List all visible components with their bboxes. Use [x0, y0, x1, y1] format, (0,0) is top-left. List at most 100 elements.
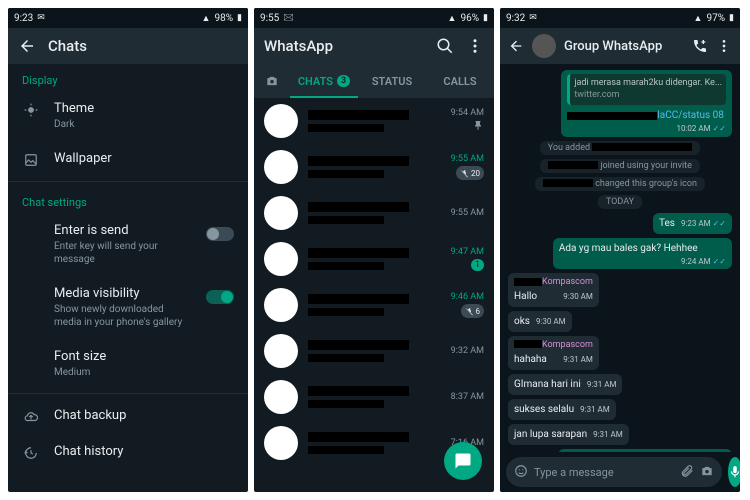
chats-list-screen: 9:55🖂 ▲96%▮ WhatsApp CHATS3 STATUS CALLS… [254, 8, 494, 492]
incoming-message[interactable]: jan lupa sarapan9:31 AM [508, 424, 629, 445]
theme-label: Theme [54, 101, 234, 116]
font-size-row[interactable]: Font size Medium [8, 339, 248, 389]
incoming-message[interactable]: GImana hari ini9:31 AM [508, 374, 622, 395]
clock: 9:32 [506, 13, 525, 24]
chat-row[interactable]: 9:54 AM [254, 98, 494, 144]
avatar [264, 426, 298, 460]
message-input[interactable] [534, 466, 674, 479]
muted-badge: 20 [456, 166, 484, 180]
outgoing-message[interactable]: Tes9:23 AM✓✓ [653, 213, 732, 234]
tab-status[interactable]: STATUS [358, 64, 426, 98]
notif-icon: ✉ [529, 13, 537, 23]
chat-row[interactable]: 9:46 AM 6 [254, 282, 494, 328]
avatar [264, 104, 298, 138]
wallpaper-label: Wallpaper [54, 151, 234, 166]
back-icon[interactable] [508, 38, 524, 54]
clock: 9:55 [260, 13, 279, 24]
notif-icon: 🖂 [283, 10, 294, 26]
wifi-icon: ▲ [694, 13, 703, 24]
enter-send-label: Enter is send [54, 223, 192, 238]
battery-icon: ▮ [483, 13, 488, 23]
enter-is-send-row[interactable]: Enter is send Enter key will send your m… [8, 213, 248, 276]
chat-row[interactable]: 9:55 AM20 [254, 144, 494, 190]
tab-calls[interactable]: CALLS [426, 64, 494, 98]
battery-icon: ▮ [237, 13, 242, 23]
contact-name-redacted [308, 294, 409, 304]
emoji-icon[interactable] [514, 463, 528, 482]
chat-backup-row[interactable]: Chat backup [8, 398, 248, 434]
enter-send-toggle[interactable] [206, 227, 234, 241]
incoming-message[interactable]: KompascomHallo9:30 AM [508, 273, 599, 307]
tab-chats[interactable]: CHATS3 [290, 64, 358, 98]
mic-button[interactable] [728, 457, 740, 487]
pin-icon [472, 120, 484, 135]
message-preview-redacted [308, 124, 384, 132]
group-title[interactable]: Group WhatsApp [564, 39, 662, 54]
outgoing-message[interactable]: Wkwkk makasih gaes 😘9:31 AM✓✓ [558, 449, 732, 452]
attach-icon[interactable] [680, 463, 694, 482]
theme-row[interactable]: Theme Dark [8, 91, 248, 141]
camera-icon[interactable] [700, 463, 714, 482]
tabbar: CHATS3 STATUS CALLS [254, 64, 494, 98]
contact-name-redacted [308, 202, 409, 212]
chat-row[interactable]: 9:47 AM 1 [254, 236, 494, 282]
page-title: Chats [48, 37, 87, 55]
incoming-message[interactable]: oks9:30 AM [508, 311, 572, 332]
chat-row[interactable]: 8:37 AM [254, 374, 494, 420]
contact-name-redacted [308, 156, 409, 166]
chat-app-bar: Group WhatsApp [500, 28, 740, 64]
link-preview: jadi merasa marah2ku didengar. Ke... twi… [567, 74, 726, 105]
outgoing-message[interactable]: jadi merasa marah2ku didengar. Ke... twi… [561, 70, 732, 137]
overflow-menu-icon[interactable] [466, 37, 484, 55]
message-preview-redacted [308, 170, 384, 178]
notif-icon: ✉ [37, 13, 45, 23]
media-visibility-row[interactable]: Media visibility Show newly downloaded m… [8, 276, 248, 339]
chat-time: 9:55 AM [451, 208, 484, 218]
chat-row[interactable]: 9:55 AM [254, 190, 494, 236]
chat-time: 9:54 AM [451, 108, 484, 118]
date-chip: TODAY [598, 195, 642, 209]
new-chat-fab[interactable] [444, 442, 482, 480]
app-title: WhatsApp [264, 37, 333, 55]
chat-time: 9:46 AM [451, 292, 484, 302]
chat-time: 9:47 AM [451, 247, 484, 257]
overflow-menu-icon[interactable] [716, 38, 732, 54]
message-preview-redacted [308, 446, 384, 454]
muted-badge: 6 [461, 304, 485, 318]
cloud-icon [22, 408, 40, 424]
chat-history-row[interactable]: Chat history [8, 434, 248, 470]
chat-row[interactable]: 9:32 AM [254, 328, 494, 374]
status-bar: 9:55🖂 ▲96%▮ [254, 8, 494, 28]
avatar [264, 196, 298, 230]
incoming-message[interactable]: Kompascomhahaha9:31 AM [508, 336, 599, 370]
battery-pct: 96% [460, 13, 479, 24]
app-bar: WhatsApp [254, 28, 494, 64]
system-message: You added [540, 141, 701, 155]
group-avatar[interactable] [532, 34, 556, 58]
composer [500, 452, 740, 492]
message-preview-redacted [308, 308, 384, 316]
add-call-icon[interactable] [692, 38, 708, 54]
theme-value: Dark [54, 118, 234, 131]
wifi-icon: ▲ [202, 13, 211, 24]
wallpaper-row[interactable]: Wallpaper [8, 141, 248, 177]
media-vis-toggle[interactable] [206, 290, 234, 304]
avatar [264, 242, 298, 276]
back-icon[interactable] [18, 37, 36, 55]
divider [8, 181, 248, 182]
clock: 9:23 [14, 13, 33, 24]
contact-name-redacted [308, 248, 409, 258]
contact-name-redacted [308, 110, 409, 120]
incoming-message[interactable]: sukses selalu9:31 AM [508, 399, 616, 420]
chat-history-label: Chat history [54, 444, 234, 459]
system-message: joined using your invite [540, 159, 700, 173]
status-bar: 9:23✉ ▲98%▮ [8, 8, 248, 28]
unread-count: 1 [471, 259, 484, 271]
font-size-label: Font size [54, 349, 234, 364]
status-bar: 9:32✉ ▲97%▮ [500, 8, 740, 28]
contact-name-redacted [308, 432, 409, 442]
camera-tab[interactable] [254, 64, 290, 98]
outgoing-message[interactable]: Ada yg mau bales gak? Hehhee9:24 AM✓✓ [553, 238, 732, 269]
chat-backup-label: Chat backup [54, 408, 234, 423]
search-icon[interactable] [436, 37, 454, 55]
